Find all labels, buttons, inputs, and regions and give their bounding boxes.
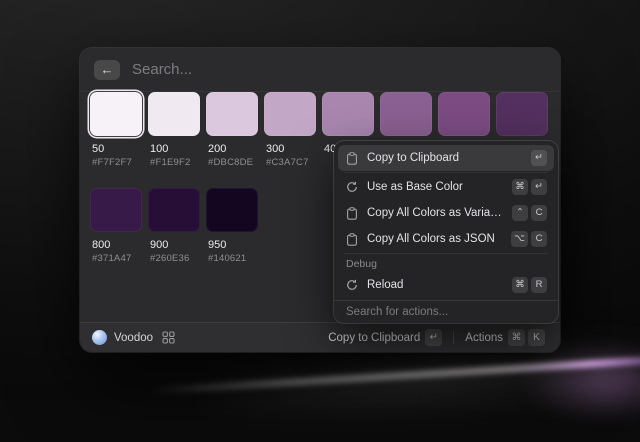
- reload-icon: [345, 279, 359, 291]
- shortcut-keys: ⌥C: [511, 231, 547, 247]
- shortcut-keys: ⌘↵: [512, 179, 547, 195]
- swatch-hex-label: #C3A7C7: [264, 157, 316, 168]
- clipboard-icon: [345, 207, 359, 220]
- shortcut-keys: ⌃C: [512, 205, 547, 221]
- color-swatch[interactable]: [264, 92, 316, 136]
- color-swatch[interactable]: [90, 188, 142, 232]
- pink-glow: [520, 348, 640, 418]
- color-swatch[interactable]: [380, 92, 432, 136]
- actions-menu: Copy to Clipboard ↵ Use as Base Color ⌘↵…: [334, 141, 558, 323]
- search-input[interactable]: Search...: [132, 61, 192, 78]
- key-badge: C: [531, 205, 547, 221]
- swatch-cell: 200 #DBC8DE: [206, 92, 258, 168]
- menu-sections: Copy to Clipboard ↵ Use as Base Color ⌘↵…: [338, 145, 554, 298]
- swatch-hex-label: #F7F2F7: [90, 157, 142, 168]
- key-badge: ⌃: [512, 205, 528, 221]
- key-badge: K: [528, 329, 545, 346]
- primary-action-button[interactable]: Copy to Clipboard ↵: [325, 327, 445, 348]
- menu-item[interactable]: Use as Base Color ⌘↵: [338, 174, 554, 200]
- clipboard-icon: [345, 152, 359, 165]
- footer-left: Voodoo: [92, 330, 175, 345]
- swatch-hex-label: #140621: [206, 253, 258, 264]
- color-swatch[interactable]: [148, 188, 200, 232]
- swatch-cell: 300 #C3A7C7: [264, 92, 316, 168]
- search-header: ← Search...: [80, 48, 560, 92]
- actions-shortcut-keys: ⌘K: [508, 329, 545, 346]
- back-button[interactable]: ←: [94, 60, 120, 80]
- swatch-cell: 900 #260E36: [148, 188, 200, 264]
- swatch-hex-label: #260E36: [148, 253, 200, 264]
- color-swatch[interactable]: [90, 92, 142, 136]
- swatch-step-label: 100: [148, 143, 200, 155]
- swatch-step-label: 50: [90, 143, 142, 155]
- menu-item[interactable]: Copy to Clipboard ↵: [338, 145, 554, 171]
- key-badge: ↵: [531, 150, 547, 166]
- swatch-cell: 950 #140621: [206, 188, 258, 264]
- shortcut-keys: ↵: [531, 150, 547, 166]
- swatch-cell: 800 #371A47: [90, 188, 142, 264]
- swatch-cell: 100 #F1E9F2: [148, 92, 200, 168]
- swatch-cell: 50 #F7F2F7: [90, 92, 142, 168]
- enter-key-badge: ↵: [425, 329, 442, 346]
- key-badge: C: [531, 231, 547, 247]
- footer-bar: Voodoo Copy to Clipboard ↵ Actions ⌘K: [80, 322, 560, 352]
- shortcut-keys: ⌘R: [512, 277, 547, 293]
- footer-right: Copy to Clipboard ↵ Actions ⌘K: [325, 327, 548, 348]
- actions-button[interactable]: Actions ⌘K: [462, 327, 548, 348]
- palette-grid-icon: [162, 331, 175, 344]
- menu-divider: [344, 253, 548, 254]
- swatch-step-label: 300: [264, 143, 316, 155]
- menu-section-title: Debug: [338, 255, 554, 272]
- color-swatch[interactable]: [206, 188, 258, 232]
- actions-search-input[interactable]: Search for actions...: [334, 300, 558, 323]
- actions-label: Actions: [465, 332, 503, 344]
- color-swatch[interactable]: [438, 92, 490, 136]
- color-swatch[interactable]: [206, 92, 258, 136]
- back-arrow-icon: ←: [101, 63, 114, 76]
- key-badge: R: [531, 277, 547, 293]
- extension-name: Voodoo: [114, 332, 153, 344]
- extension-icon: [92, 330, 107, 345]
- swatch-step-label: 900: [148, 239, 200, 251]
- primary-action-label: Copy to Clipboard: [328, 332, 420, 344]
- color-swatch[interactable]: [148, 92, 200, 136]
- swatch-step-label: 800: [90, 239, 142, 251]
- footer-divider: [453, 331, 454, 344]
- menu-item[interactable]: Copy All Colors as Variable Declara… ⌃C: [338, 200, 554, 226]
- key-badge: ⌥: [511, 231, 528, 247]
- swatch-step-label: 950: [206, 239, 258, 251]
- swatch-hex-label: #371A47: [90, 253, 142, 264]
- key-badge: ⌘: [512, 277, 528, 293]
- menu-item[interactable]: Reload ⌘R: [338, 272, 554, 298]
- key-badge: ⌘: [508, 329, 525, 346]
- key-badge: ⌘: [512, 179, 528, 195]
- menu-item[interactable]: Copy All Colors as JSON ⌥C: [338, 226, 554, 252]
- color-swatch[interactable]: [322, 92, 374, 136]
- base-color-icon: [345, 181, 359, 193]
- swatch-step-label: 200: [206, 143, 258, 155]
- clipboard-icon: [345, 233, 359, 246]
- menu-divider: [344, 172, 548, 173]
- key-badge: ↵: [531, 179, 547, 195]
- swatch-hex-label: #DBC8DE: [206, 157, 258, 168]
- color-swatch[interactable]: [496, 92, 548, 136]
- swatch-hex-label: #F1E9F2: [148, 157, 200, 168]
